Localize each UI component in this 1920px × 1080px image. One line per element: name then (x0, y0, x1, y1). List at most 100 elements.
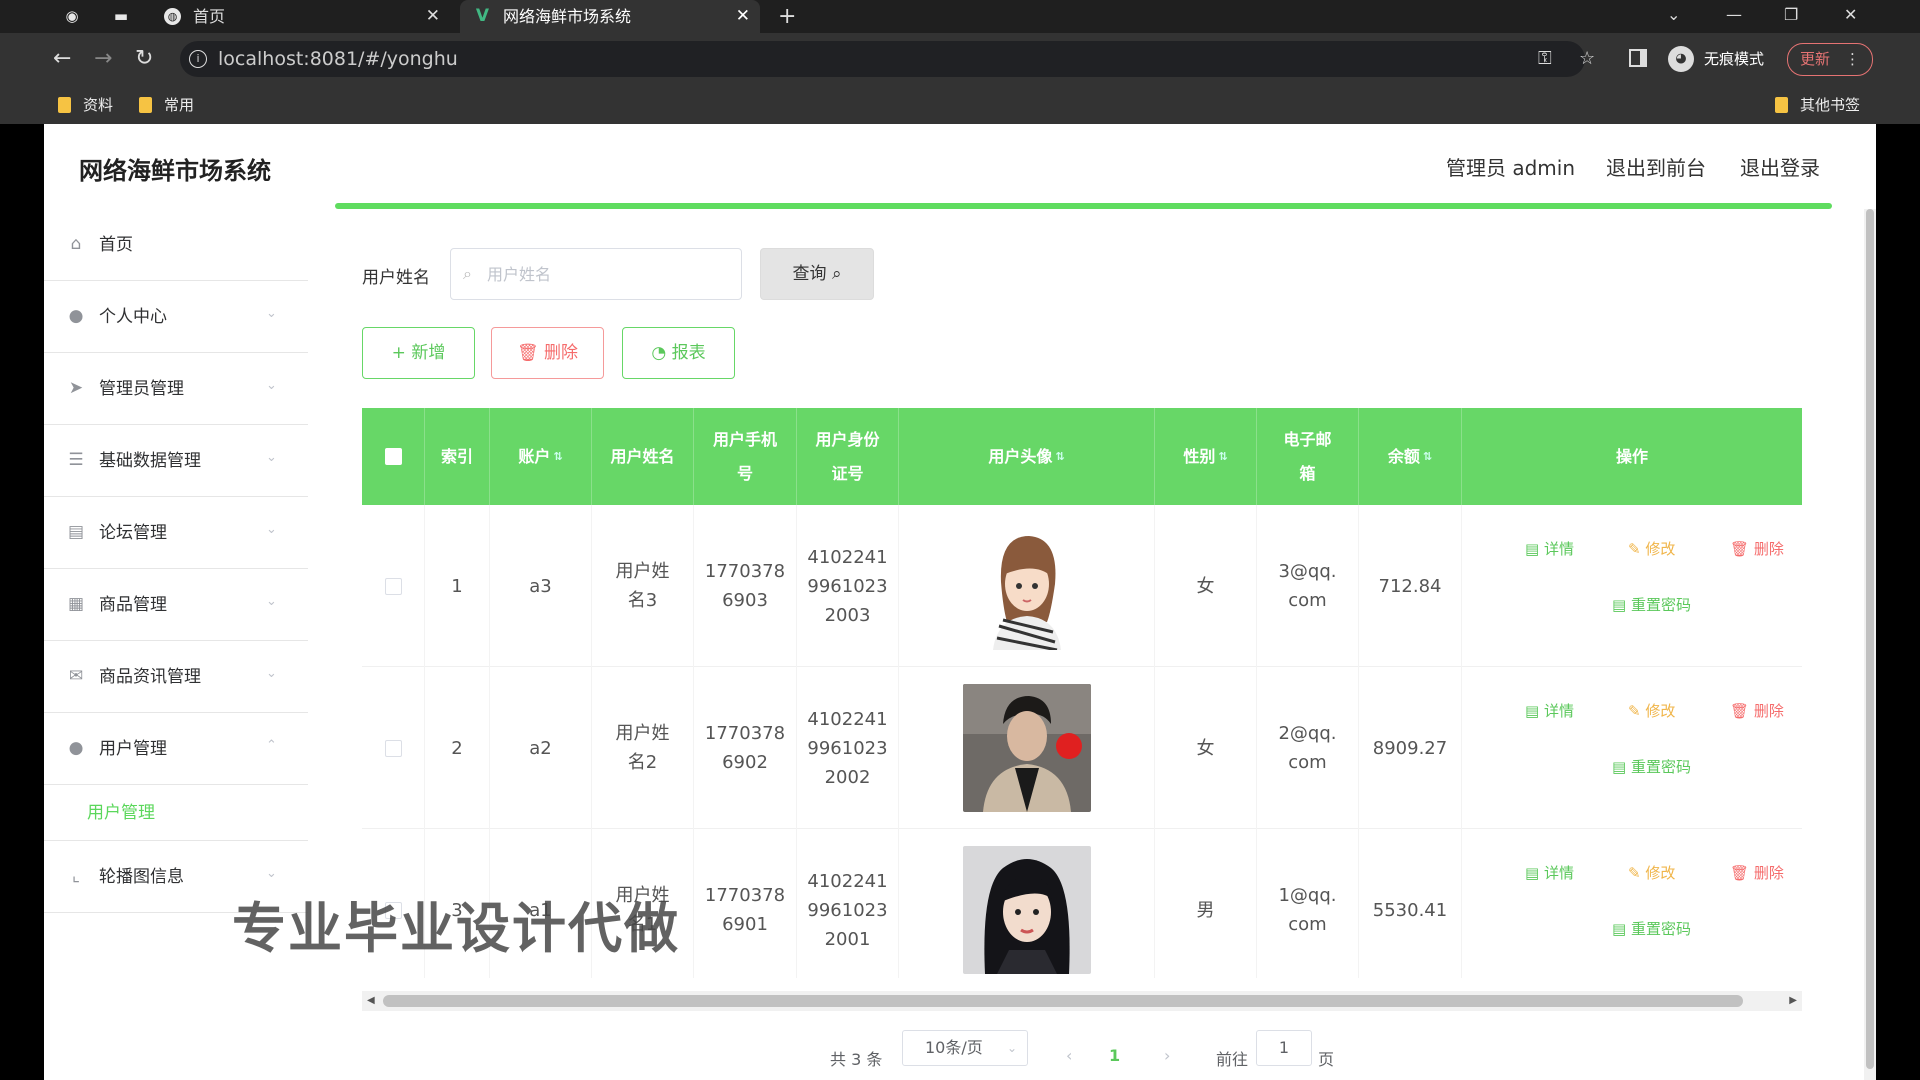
avatar[interactable] (962, 684, 1091, 812)
close-icon[interactable]: ✕ (426, 0, 440, 33)
url-text[interactable]: localhost:8081/#/yonghu (218, 41, 458, 77)
omnibox[interactable]: i localhost:8081/#/yonghu ⚿ ☆ (180, 41, 1595, 77)
bookmark-folder[interactable]: 常用 (139, 86, 194, 124)
col-id-card[interactable]: 用户身份证号 (797, 408, 899, 505)
update-label: 更新 (1800, 50, 1831, 68)
row-checkbox[interactable] (384, 577, 402, 595)
col-index[interactable]: 索引 (425, 408, 490, 505)
info-icon[interactable]: i (189, 50, 207, 68)
col-account[interactable]: 账户 ⇅ (490, 408, 592, 505)
report-button[interactable]: ◔ 报表 (622, 327, 735, 379)
tab-search-icon[interactable]: ▬ (112, 7, 130, 25)
logout-link[interactable]: 退出登录 (1740, 152, 1820, 181)
search-input[interactable] (487, 259, 727, 289)
cell-ops: ▤ 详情 ✎ 修改 🗑 删除 ▤ 重置密码 (1462, 829, 1802, 978)
sort-icon[interactable]: ⇅ (553, 440, 562, 474)
reset-password-button[interactable]: ▤ 重置密码 (1612, 753, 1691, 782)
tab-home[interactable]: ◍ 首页 ✕ (150, 0, 450, 33)
watermark-text: 专业毕业设计代做 (232, 897, 680, 960)
reset-password-button[interactable]: ▤ 重置密码 (1612, 591, 1691, 620)
update-button[interactable]: 更新 ⋮ (1787, 43, 1873, 76)
col-phone[interactable]: 用户手机号 (694, 408, 797, 505)
reset-password-button[interactable]: ▤ 重置密码 (1612, 915, 1691, 944)
header-label: 操作 (1615, 446, 1648, 466)
select-all-cell (362, 408, 425, 505)
new-tab-button[interactable]: + (778, 0, 796, 33)
edit-button[interactable]: ✎ 修改 (1628, 697, 1675, 726)
sidebar-item-basic-data[interactable]: ☰ 基础数据管理 ⌄ (44, 425, 308, 497)
back-icon[interactable]: ← (53, 47, 71, 71)
key-icon[interactable]: ⚿ (1538, 41, 1552, 77)
delete-button[interactable]: 🗑 删除 (1730, 535, 1784, 564)
horizontal-scrollbar[interactable]: ◀ ▶ (362, 991, 1802, 1011)
exit-front-link[interactable]: 退出到前台 (1606, 152, 1706, 181)
grid-icon: ▦ (67, 594, 85, 614)
add-button[interactable]: + 新增 (362, 327, 475, 379)
vertical-scrollbar[interactable] (1864, 209, 1876, 1080)
scroll-left-icon[interactable]: ◀ (367, 991, 375, 1011)
scroll-right-icon[interactable]: ▶ (1789, 991, 1797, 1011)
col-name[interactable]: 用户姓名 (592, 408, 694, 505)
detail-button[interactable]: ▤ 详情 (1525, 697, 1574, 726)
sidebar-item-label: 基础数据管理 (99, 451, 201, 471)
sidebar-item-personal[interactable]: ● 个人中心 ⌄ (44, 281, 308, 353)
sort-icon[interactable]: ⇅ (1423, 440, 1432, 474)
forward-icon[interactable]: → (94, 47, 112, 71)
incognito-indicator[interactable]: ◕ 无痕模式 (1668, 42, 1770, 76)
detail-button[interactable]: ▤ 详情 (1525, 535, 1574, 564)
star-icon[interactable]: ☆ (1579, 41, 1595, 77)
scrollbar-thumb[interactable] (1866, 209, 1874, 1069)
page-number[interactable]: 1 (1109, 1046, 1120, 1065)
sort-icon[interactable]: ⇅ (1055, 440, 1064, 474)
avatar[interactable] (962, 522, 1091, 650)
close-icon[interactable]: ✕ (736, 0, 750, 33)
sidebar-item-products[interactable]: ▦ 商品管理 ⌄ (44, 569, 308, 641)
op-label: 删除 (1753, 540, 1784, 558)
sidebar-item-admins[interactable]: ➤ 管理员管理 ⌄ (44, 353, 308, 425)
sidebar-item-users[interactable]: ● 用户管理 ⌃ (44, 713, 308, 785)
sidebar-item-home[interactable]: ⌂ 首页 (44, 209, 308, 281)
col-gender[interactable]: 性别 ⇅ (1155, 408, 1257, 505)
tab-title: 网络海鲜市场系统 (503, 7, 632, 26)
bookmark-folder[interactable]: 资料 (58, 86, 113, 124)
avatar[interactable] (962, 846, 1091, 974)
tab-active[interactable]: V 网络海鲜市场系统 ✕ (460, 0, 760, 33)
detail-button[interactable]: ▤ 详情 (1525, 859, 1574, 888)
delete-button[interactable]: 🗑 删除 (1730, 859, 1784, 888)
col-balance[interactable]: 余额 ⇅ (1359, 408, 1462, 505)
sort-icon[interactable]: ⇅ (1218, 440, 1227, 474)
window-close-icon[interactable]: ✕ (1844, 0, 1857, 33)
goto-page-input[interactable]: 1 (1256, 1030, 1312, 1066)
profile-icon[interactable]: ◉ (63, 7, 81, 25)
next-page-icon[interactable]: › (1164, 1046, 1170, 1065)
restore-icon[interactable]: ❐ (1784, 0, 1798, 33)
search-field[interactable]: ⌕ (450, 248, 742, 300)
sidebar-subitem-users[interactable]: 用户管理 (44, 785, 308, 841)
select-all-checkbox[interactable] (384, 448, 402, 465)
sidebar-item-forum[interactable]: ▤ 论坛管理 ⌄ (44, 497, 308, 569)
minimize-icon[interactable]: — (1726, 0, 1742, 33)
submenu-label: 用户管理 (87, 803, 155, 823)
col-email[interactable]: 电子邮箱 (1257, 408, 1359, 505)
query-button[interactable]: 查询 ⌕ (760, 248, 874, 300)
header-label: 索引 (440, 446, 473, 466)
edit-button[interactable]: ✎ 修改 (1628, 535, 1675, 564)
cell-gender: 女 (1155, 667, 1257, 829)
tab-list-icon[interactable]: ⌄ (1667, 0, 1680, 33)
sidebar-item-news[interactable]: ✉ 商品资讯管理 ⌄ (44, 641, 308, 713)
page-size-select[interactable]: 10条/页 ⌄ (902, 1030, 1028, 1066)
vue-icon: V (475, 6, 490, 26)
delete-button[interactable]: 🗑 删除 (1730, 697, 1784, 726)
batch-delete-button[interactable]: 🗑 删除 (491, 327, 604, 379)
col-avatar[interactable]: 用户头像 ⇅ (899, 408, 1155, 505)
edit-button[interactable]: ✎ 修改 (1628, 859, 1675, 888)
prev-page-icon[interactable]: ‹ (1066, 1046, 1072, 1065)
page-content: 网络海鲜市场系统 管理员 admin 退出到前台 退出登录 ⌂ 首页 ● 个人中… (44, 124, 1876, 1080)
reload-icon[interactable]: ↻ (135, 47, 153, 71)
cell-gender: 男 (1155, 829, 1257, 978)
row-checkbox[interactable] (384, 739, 402, 757)
other-bookmarks[interactable]: 其他书签 (1775, 86, 1860, 124)
side-panel-icon[interactable] (1629, 49, 1647, 67)
avatar-image (962, 846, 1091, 974)
scrollbar-thumb[interactable] (383, 995, 1743, 1007)
